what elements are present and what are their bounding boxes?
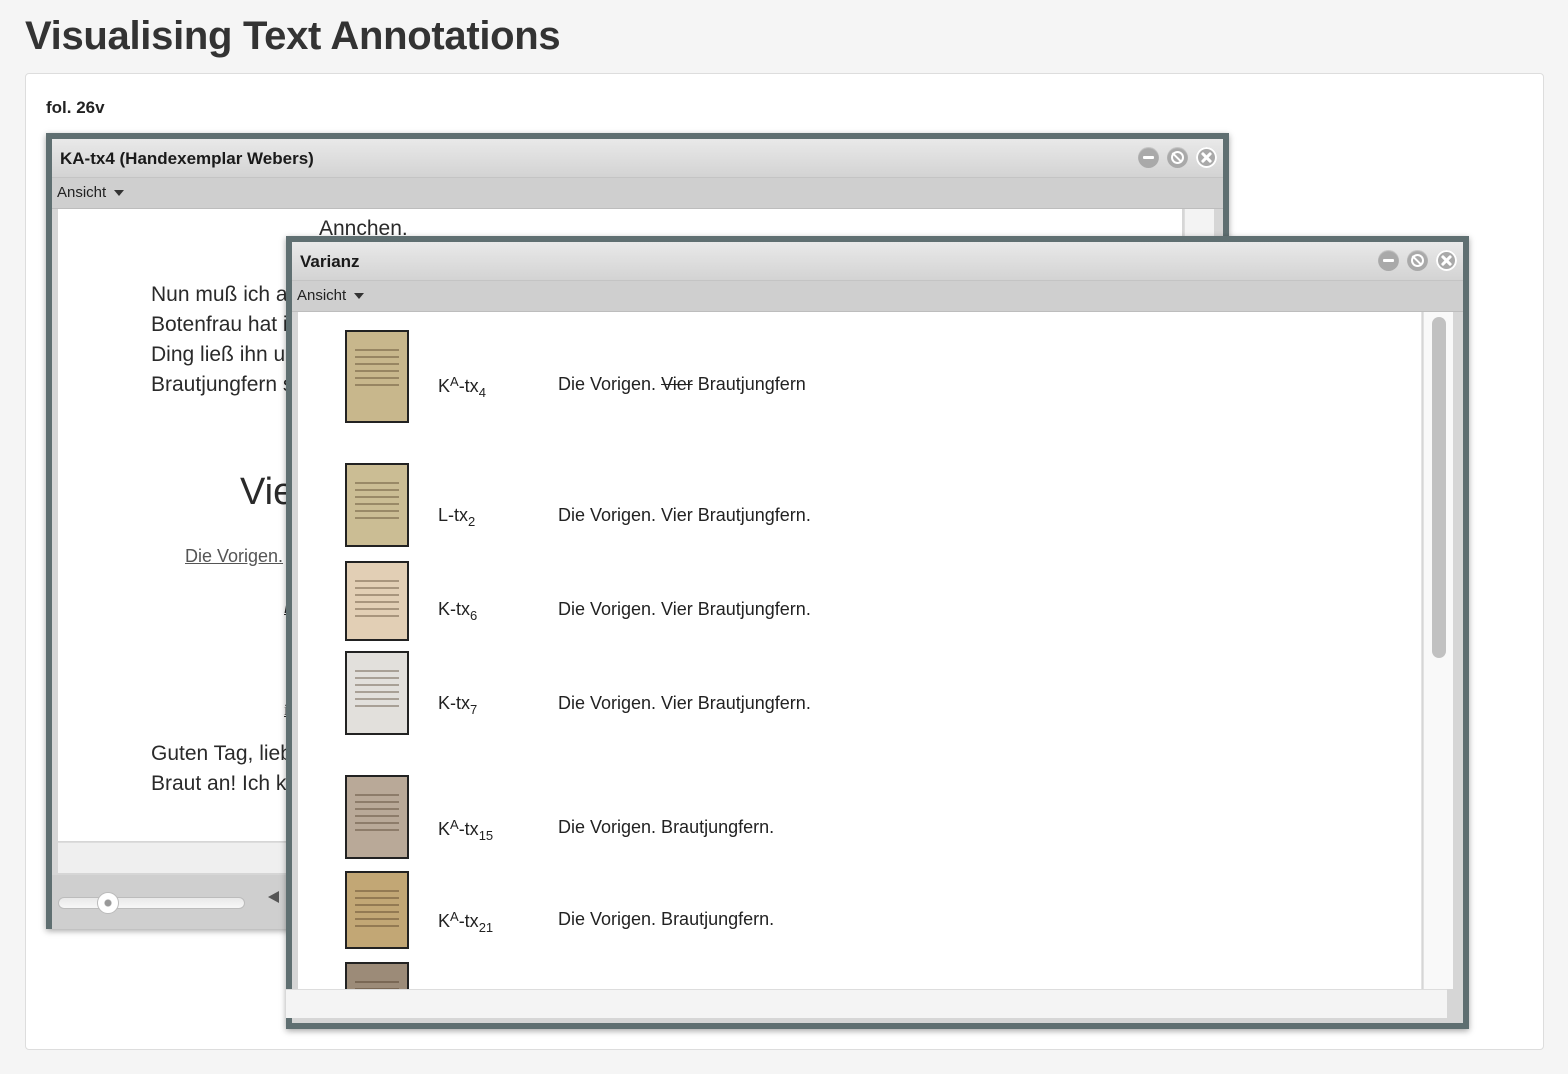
text-line: Braut an! Ich ke — [151, 772, 299, 795]
varianz-window[interactable]: Varianz Ansicht KA-tx4 Die Vorigen. Vier … — [286, 236, 1469, 1029]
manuscript-thumbnail[interactable] — [345, 651, 409, 735]
window-title: KA-tx4 (Handexemplar Webers) — [60, 149, 314, 168]
ansicht-menu-label: Ansicht — [297, 287, 347, 304]
zoom-slider[interactable] — [58, 892, 245, 914]
zoom-slider-handle[interactable] — [97, 892, 119, 914]
horizontal-scrollbar[interactable] — [286, 989, 1447, 1018]
source-siglum: L-tx2 — [438, 505, 476, 529]
variant-reading: Die Vorigen. Vier Brautjungfern. — [558, 505, 811, 525]
chevron-down-icon — [114, 190, 125, 197]
minimize-icon[interactable] — [1378, 250, 1399, 271]
text-line: Nun muß ich al — [151, 283, 293, 306]
previous-page-icon[interactable] — [268, 891, 279, 903]
source-siglum: KA-tx4 — [438, 374, 486, 400]
stage-direction: Die Vorigen. — [185, 546, 284, 566]
source-siglum: K-tx7 — [438, 693, 478, 717]
manuscript-thumbnail[interactable] — [345, 330, 409, 423]
source-siglum: K-tx6 — [438, 599, 478, 623]
manuscript-thumbnail[interactable] — [345, 775, 409, 859]
maximize-icon[interactable] — [1407, 250, 1428, 271]
folio-label: fol. 26v — [46, 98, 105, 117]
window-titlebar[interactable]: KA-tx4 (Handexemplar Webers) — [52, 139, 1223, 178]
minimize-icon[interactable] — [1138, 147, 1159, 168]
chevron-down-icon — [354, 293, 365, 300]
text-line: Brautjungfern s — [151, 373, 294, 396]
manuscript-thumbnail[interactable] — [345, 561, 409, 641]
variant-reading: Die Vorigen. Brautjungfern. — [558, 909, 775, 929]
maximize-icon[interactable] — [1167, 147, 1188, 168]
text-line: Botenfrau hat i — [151, 313, 288, 336]
variant-reading: Die Vorigen. Vier Brautjungfern — [558, 374, 806, 394]
variant-reading: Die Vorigen. Vier Brautjungfern. — [558, 599, 811, 619]
ansicht-menu[interactable]: Ansicht — [297, 287, 365, 304]
ansicht-menu[interactable]: Ansicht — [57, 184, 125, 201]
window-titlebar[interactable]: Varianz — [292, 242, 1463, 281]
manuscript-thumbnail[interactable] — [345, 962, 409, 989]
text-line: Ding ließ ihn ur — [151, 343, 293, 366]
scrollbar-thumb[interactable] — [1432, 317, 1446, 658]
text-line: Guten Tag, lieb — [151, 742, 292, 765]
manuscript-thumbnail[interactable] — [345, 871, 409, 949]
variant-list: KA-tx4 Die Vorigen. Vier Brautjungfern L-t… — [298, 312, 1422, 989]
window-title: Varianz — [300, 252, 360, 271]
ansicht-menu-label: Ansicht — [57, 184, 107, 201]
close-icon[interactable] — [1196, 147, 1217, 168]
variant-reading: Die Vorigen. Vier Brautjungfern. — [558, 693, 811, 713]
window-menubar: Ansicht — [52, 178, 1223, 209]
manuscript-thumbnail[interactable] — [345, 463, 409, 547]
close-icon[interactable] — [1436, 250, 1457, 271]
variant-reading: Die Vorigen. Brautjungfern. — [558, 817, 775, 837]
vertical-scrollbar[interactable] — [1423, 312, 1453, 989]
window-menubar: Ansicht — [292, 281, 1463, 312]
source-siglum: KA-tx21 — [438, 909, 494, 935]
page-title: Visualising Text Annotations — [25, 14, 561, 58]
source-siglum: KA-tx15 — [438, 817, 494, 843]
